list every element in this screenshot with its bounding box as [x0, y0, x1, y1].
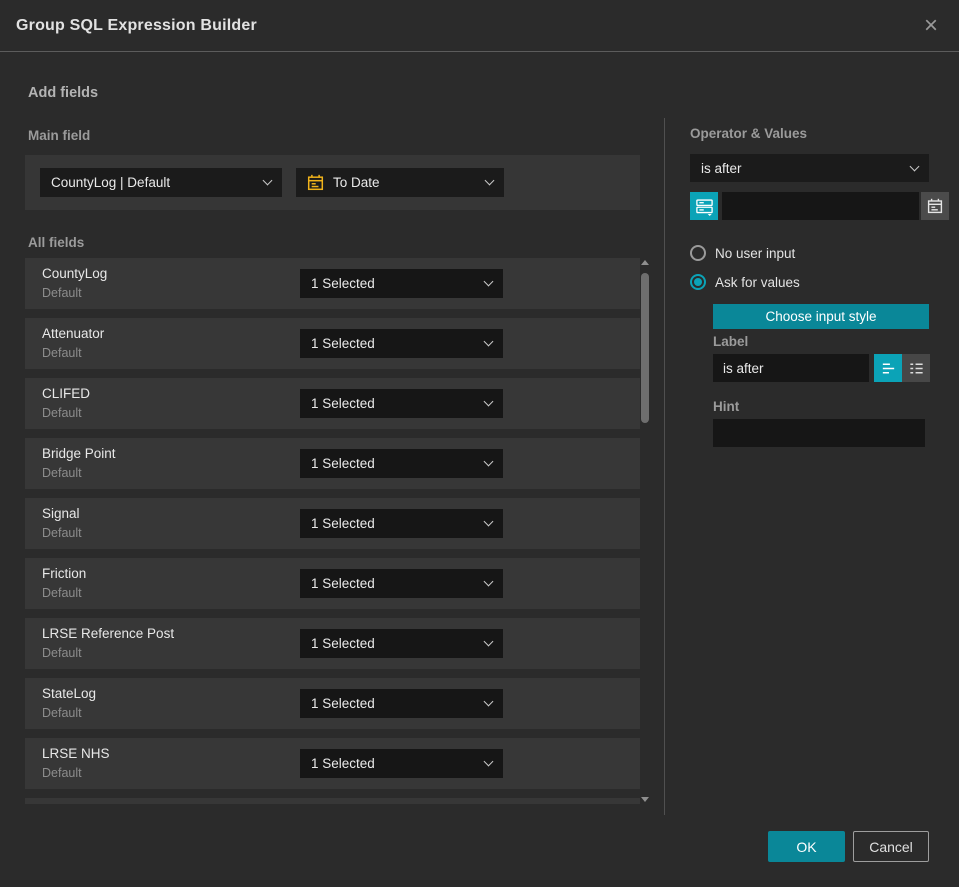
chevron-down-icon [483, 576, 494, 587]
field-selected-dropdown[interactable]: 1 Selected [300, 629, 503, 658]
field-list-item: LRSE NHS Default 1 Selected [25, 738, 640, 789]
calendar-icon [927, 198, 943, 214]
list-icon [908, 360, 925, 377]
field-selected-value: 1 Selected [311, 276, 375, 291]
main-field-label: Main field [28, 128, 91, 143]
scroll-up-arrow[interactable] [641, 260, 649, 265]
chevron-down-icon [483, 516, 494, 527]
field-selected-value: 1 Selected [311, 516, 375, 531]
operator-select-value: is after [701, 160, 742, 176]
date-picker-button[interactable] [921, 192, 949, 220]
group-sql-expression-builder-dialog: Group SQL Expression Builder × Add field… [0, 0, 959, 887]
vertical-divider [664, 118, 665, 815]
field-list-item: CLIFED Default 1 Selected [25, 378, 640, 429]
chevron-down-icon [483, 456, 494, 467]
field-selected-value: 1 Selected [311, 576, 375, 591]
radio-icon [690, 274, 706, 290]
label-input-row [713, 354, 930, 382]
radio-ask-for-values[interactable]: Ask for values [690, 274, 800, 290]
chevron-down-icon [909, 161, 920, 171]
text-input-style-button[interactable] [874, 354, 902, 382]
field-selected-dropdown[interactable]: 1 Selected [300, 269, 503, 298]
field-selected-dropdown[interactable]: 1 Selected [300, 689, 503, 718]
radio-label: No user input [715, 245, 796, 261]
date-field-select[interactable]: To Date [296, 168, 504, 197]
input-type-button[interactable] [690, 192, 718, 220]
main-field-select-value: CountyLog | Default [51, 175, 171, 190]
field-selected-value: 1 Selected [311, 696, 375, 711]
operator-select[interactable]: is after [690, 154, 929, 182]
field-selected-dropdown[interactable]: 1 Selected [300, 449, 503, 478]
field-list-item: LRSE Reference Post Default 1 Selected [25, 618, 640, 669]
align-left-icon [880, 360, 897, 377]
field-rows-icon [695, 197, 714, 216]
ok-button[interactable]: OK [768, 831, 845, 862]
chevron-down-icon [483, 276, 494, 287]
add-fields-heading: Add fields [28, 85, 99, 101]
hint-heading: Hint [713, 399, 740, 414]
chevron-down-icon [483, 636, 494, 647]
field-selected-value: 1 Selected [311, 336, 375, 351]
field-selected-dropdown[interactable]: 1 Selected [300, 329, 503, 358]
main-field-select[interactable]: CountyLog | Default [40, 168, 282, 197]
field-list-item: Signal Default 1 Selected [25, 498, 640, 549]
list-item-partial [25, 798, 640, 804]
chevron-down-icon [483, 756, 494, 767]
scroll-down-arrow[interactable] [641, 797, 649, 802]
field-selected-value: 1 Selected [311, 756, 375, 771]
label-input[interactable] [713, 354, 869, 382]
radio-label: Ask for values [715, 274, 800, 290]
field-selected-value: 1 Selected [311, 456, 375, 471]
hint-input[interactable] [713, 419, 925, 447]
field-list-item: Attenuator Default 1 Selected [25, 318, 640, 369]
list-input-style-button[interactable] [902, 354, 930, 382]
field-selected-dropdown[interactable]: 1 Selected [300, 389, 503, 418]
choose-input-style-button[interactable]: Choose input style [713, 304, 929, 329]
field-selected-value: 1 Selected [311, 636, 375, 651]
main-field-panel: CountyLog | Default To Date [25, 155, 640, 210]
chevron-down-icon [483, 696, 494, 707]
field-selected-dropdown[interactable]: 1 Selected [300, 509, 503, 538]
cancel-button[interactable]: Cancel [853, 831, 929, 862]
scrollbar-thumb[interactable] [641, 273, 649, 423]
chevron-down-icon [262, 175, 273, 186]
field-list-item: Friction Default 1 Selected [25, 558, 640, 609]
chevron-down-icon [483, 336, 494, 347]
field-selected-value: 1 Selected [311, 396, 375, 411]
radio-no-user-input[interactable]: No user input [690, 245, 795, 261]
field-list-item: Bridge Point Default 1 Selected [25, 438, 640, 489]
radio-icon [690, 245, 706, 261]
list-scrollbar[interactable] [640, 260, 650, 802]
field-list-item: StateLog Default 1 Selected [25, 678, 640, 729]
dialog-title: Group SQL Expression Builder [16, 16, 257, 34]
value-input-row [690, 192, 949, 220]
field-selected-dropdown[interactable]: 1 Selected [300, 569, 503, 598]
chevron-down-icon [483, 396, 494, 407]
close-icon[interactable]: × [915, 10, 947, 42]
calendar-icon [307, 174, 324, 191]
operator-values-heading: Operator & Values [690, 126, 808, 141]
field-selected-dropdown[interactable]: 1 Selected [300, 749, 503, 778]
all-fields-list: CountyLog Default 1 Selected Attenuator … [25, 258, 640, 805]
dialog-titlebar: Group SQL Expression Builder × [0, 0, 959, 52]
label-heading: Label [713, 334, 749, 349]
field-list-item: CountyLog Default 1 Selected [25, 258, 640, 309]
date-field-select-value: To Date [333, 175, 380, 190]
all-fields-label: All fields [28, 235, 85, 250]
chevron-down-icon [484, 175, 495, 186]
value-input[interactable] [722, 192, 919, 220]
